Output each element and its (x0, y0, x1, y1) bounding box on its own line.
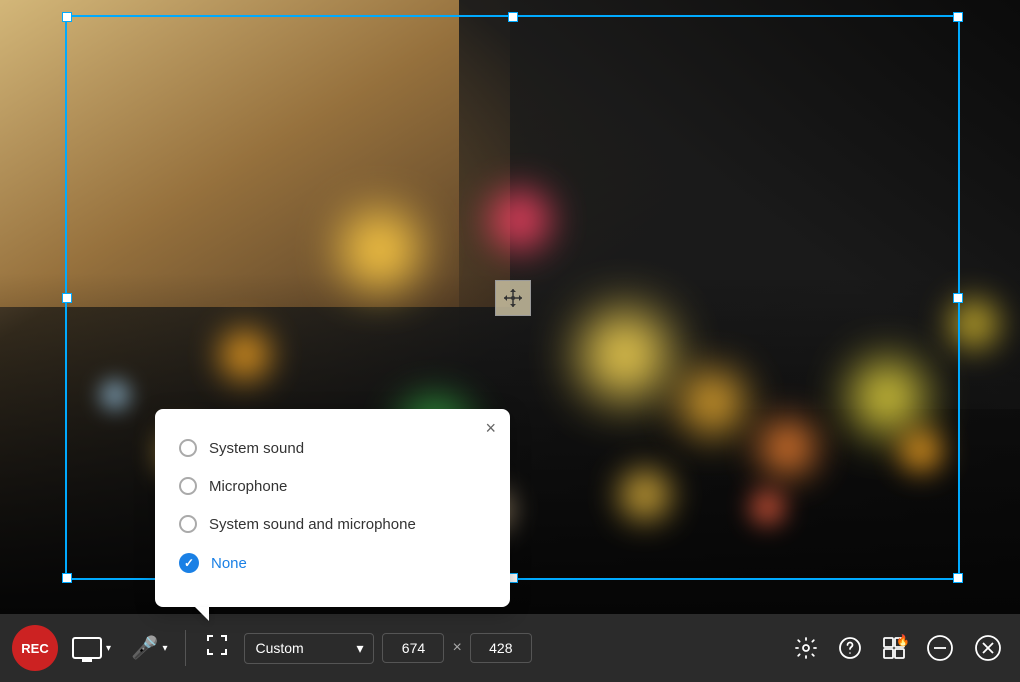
dimension-separator: × (452, 639, 461, 657)
audio-popup: × System sound Microphone System sound a… (155, 409, 510, 607)
audio-option-system-sound-label: System sound (209, 440, 304, 457)
size-dropdown-chevron-icon: ▾ (356, 640, 363, 657)
audio-option-microphone-label: Microphone (209, 478, 287, 495)
audio-option-system-and-mic[interactable]: System sound and microphone (179, 505, 486, 543)
toolbar: REC ▾ 🎤 ▾ Custom ▾ × (0, 614, 1020, 682)
fullscreen-button[interactable] (198, 630, 236, 666)
help-button[interactable] (832, 632, 868, 664)
screen-icon (72, 637, 102, 659)
audio-option-system-and-mic-label: System sound and microphone (209, 516, 416, 533)
height-input[interactable] (470, 633, 532, 663)
screen-selector-button[interactable]: ▾ (66, 633, 117, 663)
mic-chevron-icon: ▾ (162, 643, 167, 654)
microphone-button[interactable]: 🎤 ▾ (125, 631, 173, 665)
screen-chevron-icon: ▾ (106, 643, 111, 654)
audio-option-none[interactable]: None (179, 543, 486, 583)
layout-button[interactable]: 🔥 (876, 632, 912, 664)
radio-system-and-mic (179, 515, 197, 533)
microphone-icon: 🎤 (131, 635, 158, 661)
check-none (179, 553, 199, 573)
size-preset-dropdown[interactable]: Custom ▾ (244, 633, 374, 664)
fire-badge: 🔥 (896, 634, 910, 647)
settings-button[interactable] (788, 632, 824, 664)
width-input[interactable] (382, 633, 444, 663)
background-scene (0, 0, 1020, 682)
audio-option-system-sound[interactable]: System sound (179, 429, 486, 467)
audio-option-microphone[interactable]: Microphone (179, 467, 486, 505)
size-preset-label: Custom (255, 640, 303, 656)
close-button[interactable] (968, 630, 1008, 666)
audio-option-none-label: None (211, 555, 247, 572)
toolbar-divider-1 (185, 630, 186, 666)
rec-button[interactable]: REC (12, 625, 58, 671)
radio-microphone (179, 477, 197, 495)
popup-close-button[interactable]: × (485, 419, 496, 437)
minimize-button[interactable] (920, 630, 960, 666)
radio-system-sound (179, 439, 197, 457)
